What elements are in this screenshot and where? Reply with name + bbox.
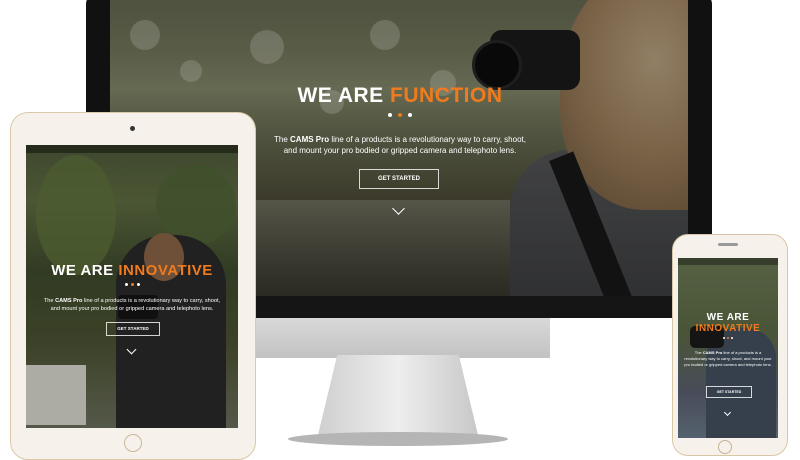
hero-overlay [26,145,238,428]
hero-description: The CAMS Pro line of a products is a rev… [250,134,550,156]
headline-accent: INNOVATIVE [118,262,213,279]
body-brand: CAMS Pro [290,135,330,144]
slide-dot-active[interactable] [727,337,729,339]
hero-headline: WE ARE INNOVATIVE [26,262,238,279]
slide-dot[interactable] [388,113,392,117]
hero-headline: WE ARE FUNCTION [250,84,550,108]
body-prefix: The [43,298,56,304]
desktop-bottom-panel [250,318,550,358]
hero-description-line1: The CAMS Pro line of a products is a rev… [250,134,550,145]
headline-accent: FUNCTION [390,84,503,107]
headline-accent: INNOVATIVE [695,323,761,334]
hero-headline: WE ARE INNOVATIVE [678,312,778,334]
body-brand: CAMS Pro [55,298,83,304]
tablet-camera [130,126,135,131]
get-started-button[interactable]: GET STARTED [359,169,439,189]
slide-dot-active[interactable] [398,113,402,117]
get-started-button[interactable]: GET STARTED [706,386,752,398]
hero-description-line2: and mount your pro bodied or gripped cam… [50,306,214,312]
slide-dots [678,337,778,339]
slide-dot[interactable] [136,283,140,286]
desktop-stand-base [288,432,508,446]
body-rest: line of a products is a revolutionary wa… [329,135,526,144]
phone-home-button [718,440,732,454]
slide-dot[interactable] [731,337,733,339]
hero-description: The CAMS Pro line of a products is a rev… [684,350,772,368]
headline-white: WE ARE [51,262,119,279]
desktop-hero: WE ARE FUNCTION [250,84,550,117]
body-prefix: The [694,350,703,355]
phone-speaker [718,243,738,246]
slide-dots [250,113,550,117]
desktop-stand [318,355,478,435]
hero-description-line2: and mount your pro bodied or gripped cam… [283,146,517,155]
slide-dots [26,283,238,286]
slide-dot[interactable] [124,283,128,286]
body-rest: line of a products is a revolutionary wa… [82,298,221,304]
tablet-screen: WE ARE INNOVATIVE The CAMS Pro line of a… [26,145,238,428]
body-brand: CAMS Pro [702,350,723,355]
hero-description-line1: The CAMS Pro line of a products is a rev… [30,297,234,305]
headline-white: WE ARE [706,312,750,323]
phone-screen: WE ARE INNOVATIVE The CAMS Pro line of a… [678,258,778,438]
slide-dot[interactable] [723,337,725,339]
body-prefix: The [274,135,291,144]
tablet-hero: WE ARE INNOVATIVE [26,262,238,286]
slide-dot[interactable] [408,113,412,117]
phone-hero: WE ARE INNOVATIVE [678,312,778,339]
slide-dot-active[interactable] [130,283,134,286]
tablet-home-button [124,434,142,452]
headline-white: WE ARE [297,84,391,107]
get-started-button[interactable]: GET STARTED [106,322,160,336]
hero-description: The CAMS Pro line of a products is a rev… [30,297,234,313]
